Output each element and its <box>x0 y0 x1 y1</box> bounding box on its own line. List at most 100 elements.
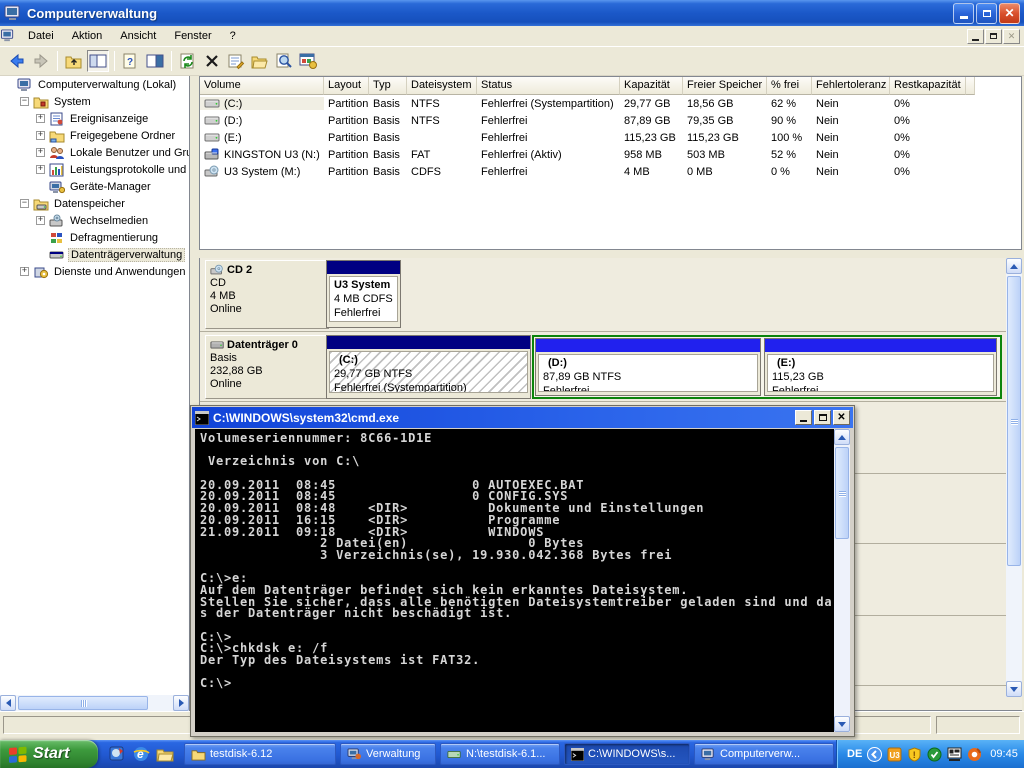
column-header-dateisystem[interactable]: Dateisystem <box>407 77 477 95</box>
tree-item-removable-media[interactable]: + Wechselmedien <box>0 212 189 229</box>
scroll-down-button[interactable] <box>834 716 850 732</box>
table-row[interactable]: U3 System (M:) Partition Basis CDFS Fehl… <box>200 163 1021 180</box>
disk-descriptor-disk0[interactable]: Datenträger 0 Basis 232,88 GB Online <box>205 335 329 399</box>
open-folder-button[interactable] <box>249 50 271 72</box>
close-button[interactable]: ✕ <box>999 2 1020 24</box>
scrollbar-thumb[interactable] <box>1007 276 1021 566</box>
expand-expander[interactable]: + <box>36 148 45 157</box>
graph-vertical-scrollbar[interactable] <box>1006 258 1022 697</box>
disk-descriptor-cd2[interactable]: CD 2 CD 4 MB Online <box>205 260 329 329</box>
taskbar-clock[interactable]: 09:45 <box>990 748 1018 760</box>
column-header-layout[interactable]: Layout <box>324 77 369 95</box>
updater-ring-icon[interactable] <box>967 747 982 762</box>
table-row[interactable]: (C:) Partition Basis NTFS Fehlerfrei (Sy… <box>200 95 1021 112</box>
internet-explorer-icon[interactable]: e <box>132 745 150 763</box>
expand-expander[interactable]: + <box>36 165 45 174</box>
application-icon[interactable] <box>108 745 126 763</box>
menu-aktion[interactable]: Aktion <box>63 27 112 45</box>
child-close-button[interactable]: ✕ <box>1003 28 1020 44</box>
antivirus-check-icon[interactable] <box>927 747 942 762</box>
restore-button[interactable] <box>976 2 997 24</box>
scrollbar-thumb[interactable] <box>835 447 849 539</box>
cmd-vertical-scrollbar[interactable] <box>834 429 850 732</box>
scroll-down-button[interactable] <box>1006 681 1022 697</box>
show-tree-button[interactable] <box>87 50 109 72</box>
tree-item-computer-management[interactable]: Computerverwaltung (Lokal) <box>0 76 189 93</box>
taskbar-button-testdisk[interactable]: testdisk-6.12 <box>184 743 336 765</box>
child-minimize-button[interactable] <box>967 28 984 44</box>
forward-button[interactable] <box>30 50 52 72</box>
column-header-prozent-frei[interactable]: % frei <box>767 77 812 95</box>
expand-expander[interactable]: + <box>20 267 29 276</box>
tree-item-device-manager[interactable]: Geräte-Manager <box>0 178 189 195</box>
menu-ansicht[interactable]: Ansicht <box>111 27 165 45</box>
taskbar-button-verwaltung[interactable]: Verwaltung <box>340 743 436 765</box>
network-adapter-icon[interactable] <box>947 747 962 762</box>
expand-expander[interactable]: + <box>36 114 45 123</box>
table-row[interactable]: (E:) Partition Basis Fehlerfrei 115,23 G… <box>200 129 1021 146</box>
column-header-freier-speicher[interactable]: Freier Speicher <box>683 77 767 95</box>
column-header-kapazitaet[interactable]: Kapazität <box>620 77 683 95</box>
view-button[interactable] <box>273 50 295 72</box>
delete-button[interactable] <box>201 50 223 72</box>
tree-horizontal-scrollbar[interactable] <box>0 695 189 711</box>
tree-item-services[interactable]: + Dienste und Anwendungen <box>0 263 189 280</box>
tree-item-storage[interactable]: − Datenspeicher <box>0 195 189 212</box>
properties-button[interactable] <box>225 50 247 72</box>
scroll-up-button[interactable] <box>834 429 850 445</box>
tree-item-disk-management[interactable]: Datenträgerverwaltung <box>0 246 189 263</box>
taskbar-button-testdisk-n[interactable]: N:\testdisk-6.1... <box>440 743 560 765</box>
scroll-up-button[interactable] <box>1006 258 1022 274</box>
child-restore-button[interactable] <box>985 28 1002 44</box>
tree-item-performance-logs[interactable]: + Leistungsprotokolle und Warnungen <box>0 161 189 178</box>
taskbar-button-computerverwaltung[interactable]: Computerverw... <box>694 743 834 765</box>
language-indicator[interactable]: DE <box>847 748 862 760</box>
column-header-volume[interactable]: Volume <box>200 77 324 95</box>
partition-block-u3-system[interactable]: U3 System 4 MB CDFS Fehlerfrei <box>326 260 401 328</box>
disk-settings-button[interactable] <box>297 50 319 72</box>
collapse-expander[interactable]: − <box>20 97 29 106</box>
partition-block-e[interactable]: (E:) 115,23 GB Fehlerfrei <box>764 338 997 396</box>
menu-datei[interactable]: Datei <box>19 27 63 45</box>
windows-explorer-icon[interactable] <box>156 745 174 763</box>
column-header-status[interactable]: Status <box>477 77 620 95</box>
collapse-expander[interactable]: − <box>20 199 29 208</box>
chevron-left-icon[interactable] <box>867 746 883 762</box>
cmd-titlebar[interactable]: C:\WINDOWS\system32\cmd.exe ✕ <box>192 407 853 428</box>
tree-item-system[interactable]: − System <box>0 93 189 110</box>
cmd-maximize-button[interactable] <box>814 410 831 425</box>
scroll-right-button[interactable] <box>173 695 189 711</box>
security-shield-icon[interactable]: ! <box>907 746 922 762</box>
u3-icon[interactable]: U3 <box>887 747 902 762</box>
column-header-typ[interactable]: Typ <box>369 77 407 95</box>
column-header-restkapazitaet[interactable]: Restkapazität <box>890 77 966 95</box>
expand-expander[interactable]: + <box>36 216 45 225</box>
partition-block-d[interactable]: (D:) 87,89 GB NTFS Fehlerfrei <box>535 338 761 396</box>
show-pane-button[interactable] <box>144 50 166 72</box>
menu-help[interactable]: ? <box>221 27 245 45</box>
tree-item-shared-folders[interactable]: + Freigegebene Ordner <box>0 127 189 144</box>
menu-fenster[interactable]: Fenster <box>165 27 220 45</box>
partition-block-c[interactable]: (C:) 29,77 GB NTFS Fehlerfrei (Systempar… <box>326 335 531 399</box>
scrollbar-thumb[interactable] <box>18 696 148 710</box>
refresh-button[interactable] <box>177 50 199 72</box>
column-header-fehlertoleranz[interactable]: Fehlertoleranz <box>812 77 890 95</box>
tree-item-defrag[interactable]: Defragmentierung <box>0 229 189 246</box>
cmd-console[interactable]: Volumeseriennummer: 8C66-1D1E Verzeichni… <box>195 429 850 732</box>
pane-splitter[interactable] <box>199 250 1022 258</box>
up-level-button[interactable] <box>63 50 85 72</box>
start-button[interactable]: Start <box>0 740 98 768</box>
tree-item-local-users[interactable]: + Lokale Benutzer und Gruppen <box>0 144 189 161</box>
cmd-minimize-button[interactable] <box>795 410 812 425</box>
expand-expander[interactable]: + <box>36 131 45 140</box>
table-row[interactable]: KINGSTON U3 (N:) Partition Basis FAT Feh… <box>200 146 1021 163</box>
scroll-left-button[interactable] <box>0 695 16 711</box>
table-row[interactable]: (D:) Partition Basis NTFS Fehlerfrei 87,… <box>200 112 1021 129</box>
tree-item-event-viewer[interactable]: + Ereignisanzeige <box>0 110 189 127</box>
minimize-button[interactable] <box>953 2 974 24</box>
cmd-close-button[interactable]: ✕ <box>833 410 850 425</box>
back-button[interactable] <box>6 50 28 72</box>
export-list-button[interactable]: ? <box>120 50 142 72</box>
console-output[interactable]: Volumeseriennummer: 8C66-1D1E Verzeichni… <box>200 433 831 730</box>
taskbar-button-cmd[interactable]: C:\WINDOWS\s... <box>564 743 690 765</box>
